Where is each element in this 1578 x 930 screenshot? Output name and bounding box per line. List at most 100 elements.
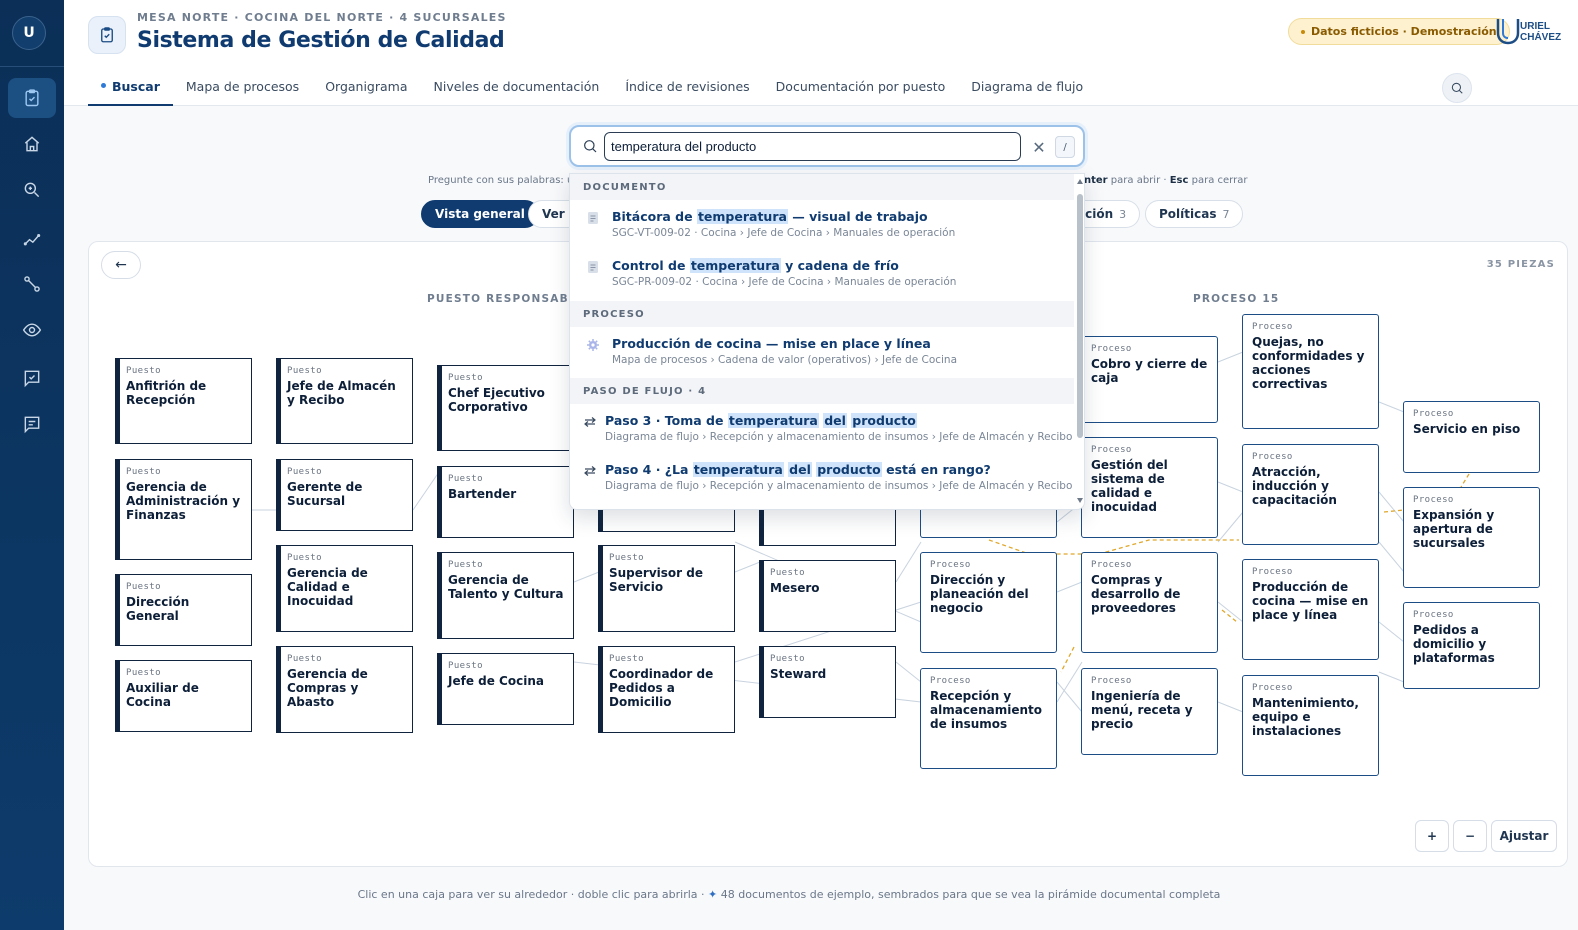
filter-count: 3 [1119,207,1127,221]
puesto-box[interactable]: Puesto Gerencia de Calidad e Inocuidad [276,545,413,632]
puesto-box[interactable]: Puesto Mesero [759,560,896,632]
sidebar-divider [0,66,64,67]
tab-documentacion-por-puesto[interactable]: Documentación por puesto [763,72,959,106]
document-icon [588,261,598,273]
sidebar-item-flujo[interactable] [8,264,56,304]
scroll-down-arrow-icon[interactable] [1077,498,1083,504]
proceso-label: Servicio en piso [1413,422,1521,436]
sidebar-item-mensajes[interactable] [8,404,56,444]
check-chat-icon [24,370,40,388]
result-subtitle: SGC-PR-009-02 · Cocina › Jefe de Cocina … [612,276,957,288]
puesto-box[interactable]: Puesto Dirección General [115,574,252,646]
sidebar-item-revisiones[interactable] [8,358,56,398]
puesto-box[interactable]: Puesto Auxiliar de Cocina [115,660,252,732]
proceso-box[interactable]: Proceso Servicio en piso [1403,401,1540,473]
proceso-box[interactable]: Proceso Pedidos a domicilio y plataformas [1403,602,1540,689]
zoom-out-button[interactable]: − [1453,820,1487,852]
tab-organigrama[interactable]: Organigrama [312,72,420,106]
puesto-box[interactable]: Puesto Gerencia de Administración y Finan… [115,459,252,560]
puesto-box[interactable]: Puesto Coordinador de Pedidos a Domicilio [598,646,735,733]
proceso-box[interactable]: Proceso Recepción y almacenamiento de ins… [920,668,1057,769]
page-title: Sistema de Gestión de Calidad [137,28,505,53]
tab-mapa-de-procesos[interactable]: Mapa de procesos [173,72,312,106]
proceso-label: Compras y desarrollo de proveedores [1091,573,1181,615]
proceso-kind: Proceso [1252,567,1293,577]
sidebar-item-inicio[interactable] [8,124,56,164]
header-search-button[interactable] [1442,73,1472,103]
fit-button[interactable]: Ajustar [1491,820,1557,852]
brand-logo: URIEL CHÁVEZ [1496,19,1561,45]
puesto-box[interactable]: Puesto Steward [759,646,896,718]
result-title: Control de temperatura y cadena de frío [612,258,899,273]
sidebar-item-calidad[interactable] [8,78,56,118]
sidebar-item-explorar[interactable] [8,170,56,210]
result-group-documento: DOCUMENTO [570,174,1074,200]
clear-search-button[interactable]: ✕ [1028,136,1050,158]
main-area: MESA NORTE · COCINA DEL NORTE · 4 SUCURS… [64,0,1578,930]
proceso-box[interactable]: Proceso Compras y desarrollo de proveedor… [1081,552,1218,653]
proceso-box[interactable]: Proceso Dirección y planeación del negoci… [920,552,1057,653]
sparkle-icon: ✦ [708,888,718,901]
proceso-kind: Proceso [930,560,971,570]
proceso-box[interactable]: Proceso Ingeniería de menú, receta y prec… [1081,668,1218,755]
home-icon [24,136,40,152]
zoom-search-icon [24,182,40,198]
puesto-kind: Puesto [126,582,161,592]
tab-indice-revisiones[interactable]: Índice de revisiones [612,72,762,106]
search-input[interactable] [604,132,1021,161]
puesto-label: Gerencia de Talento y Cultura [448,573,564,601]
proceso-kind: Proceso [1252,452,1293,462]
proceso-box[interactable]: Proceso Gestión del sistema de calidad e … [1081,437,1218,538]
proceso-box[interactable]: Proceso Expansión y apertura de sucursale… [1403,487,1540,588]
proceso-box[interactable]: Proceso Quejas, no conformidades y accion… [1242,314,1379,429]
result-item[interactable]: Paso 3 · Toma de temperatura del product… [570,404,1074,453]
sidebar-item-vista[interactable] [8,310,56,350]
puesto-box[interactable]: Puesto Chef Ejecutivo Corporativo [437,365,574,451]
result-item[interactable]: Control de temperatura y cadena de frío … [570,249,1074,298]
scroll-up-arrow-icon[interactable] [1077,178,1083,184]
scrollbar-thumb[interactable] [1077,194,1083,438]
proceso-box[interactable]: Proceso Producción de cocina — mise en pl… [1242,559,1379,660]
proceso-label: Producción de cocina — mise en place y l… [1252,580,1369,622]
puesto-box[interactable]: Puesto Jefe de Cocina [437,653,574,725]
proceso-kind: Proceso [1091,344,1132,354]
shortcut-key: / [1055,136,1075,158]
puesto-box[interactable]: Puesto Gerente de Sucursal [276,459,413,531]
filter-politicas[interactable]: Políticas 7 [1145,200,1244,228]
puesto-kind: Puesto [126,668,161,678]
message-icon [24,416,40,434]
puesto-box[interactable]: Puesto Gerencia de Compras y Abasto [276,646,413,733]
clipboard-check-icon [25,89,39,107]
result-subtitle: SGC-VT-009-02 · Cocina › Jefe de Cocina … [612,227,956,239]
result-item[interactable]: Bitácora de temperatura — visual de trab… [570,200,1074,249]
tab-buscar[interactable]: Buscar [88,72,173,106]
puesto-kind: Puesto [448,373,483,383]
puesto-box[interactable]: Puesto Supervisor de Servicio [598,545,735,632]
proceso-box[interactable]: Proceso Cobro y cierre de caja [1081,336,1218,423]
header-eyebrow: MESA NORTE · COCINA DEL NORTE · 4 SUCURS… [137,11,507,24]
avatar[interactable]: U [12,16,46,50]
puesto-box[interactable]: Puesto Bartender [437,466,574,538]
badge-label: Datos ficticios · Demostración [1311,25,1497,38]
puesto-label: Jefe de Cocina [448,674,544,688]
puesto-label: Mesero [770,581,820,595]
tab-niveles-documentacion[interactable]: Niveles de documentación [421,72,613,106]
puesto-label: Chef Ejecutivo Corporativo [448,386,545,414]
result-item[interactable]: Paso 4 · ¿La temperatura del producto es… [570,453,1074,502]
puesto-label: Anfitrión de Recepción [126,379,207,407]
filter-label: Políticas [1159,207,1217,221]
result-title: Producción de cocina — mise en place y l… [612,336,931,351]
proceso-box[interactable]: Proceso Atracción, inducción y capacitaci… [1242,444,1379,545]
results-scrollbar[interactable] [1077,179,1083,504]
zoom-in-button[interactable]: + [1415,820,1449,852]
puesto-box[interactable]: Puesto Jefe de Almacén y Recibo [276,358,413,444]
puesto-kind: Puesto [448,661,483,671]
puesto-box[interactable]: Puesto Gerencia de Talento y Cultura [437,552,574,639]
sidebar-item-tendencias[interactable] [8,218,56,258]
result-item[interactable]: Producción de cocina — mise en place y l… [570,327,1074,376]
puesto-label: Supervisor de Servicio [609,566,703,594]
proceso-box[interactable]: Proceso Mantenimiento, equipo e instalaci… [1242,675,1379,776]
filter-vista-general[interactable]: Vista general [421,200,539,228]
tab-diagrama-de-flujo[interactable]: Diagrama de flujo [958,72,1096,106]
puesto-box[interactable]: Puesto Anfitrión de Recepción [115,358,252,444]
